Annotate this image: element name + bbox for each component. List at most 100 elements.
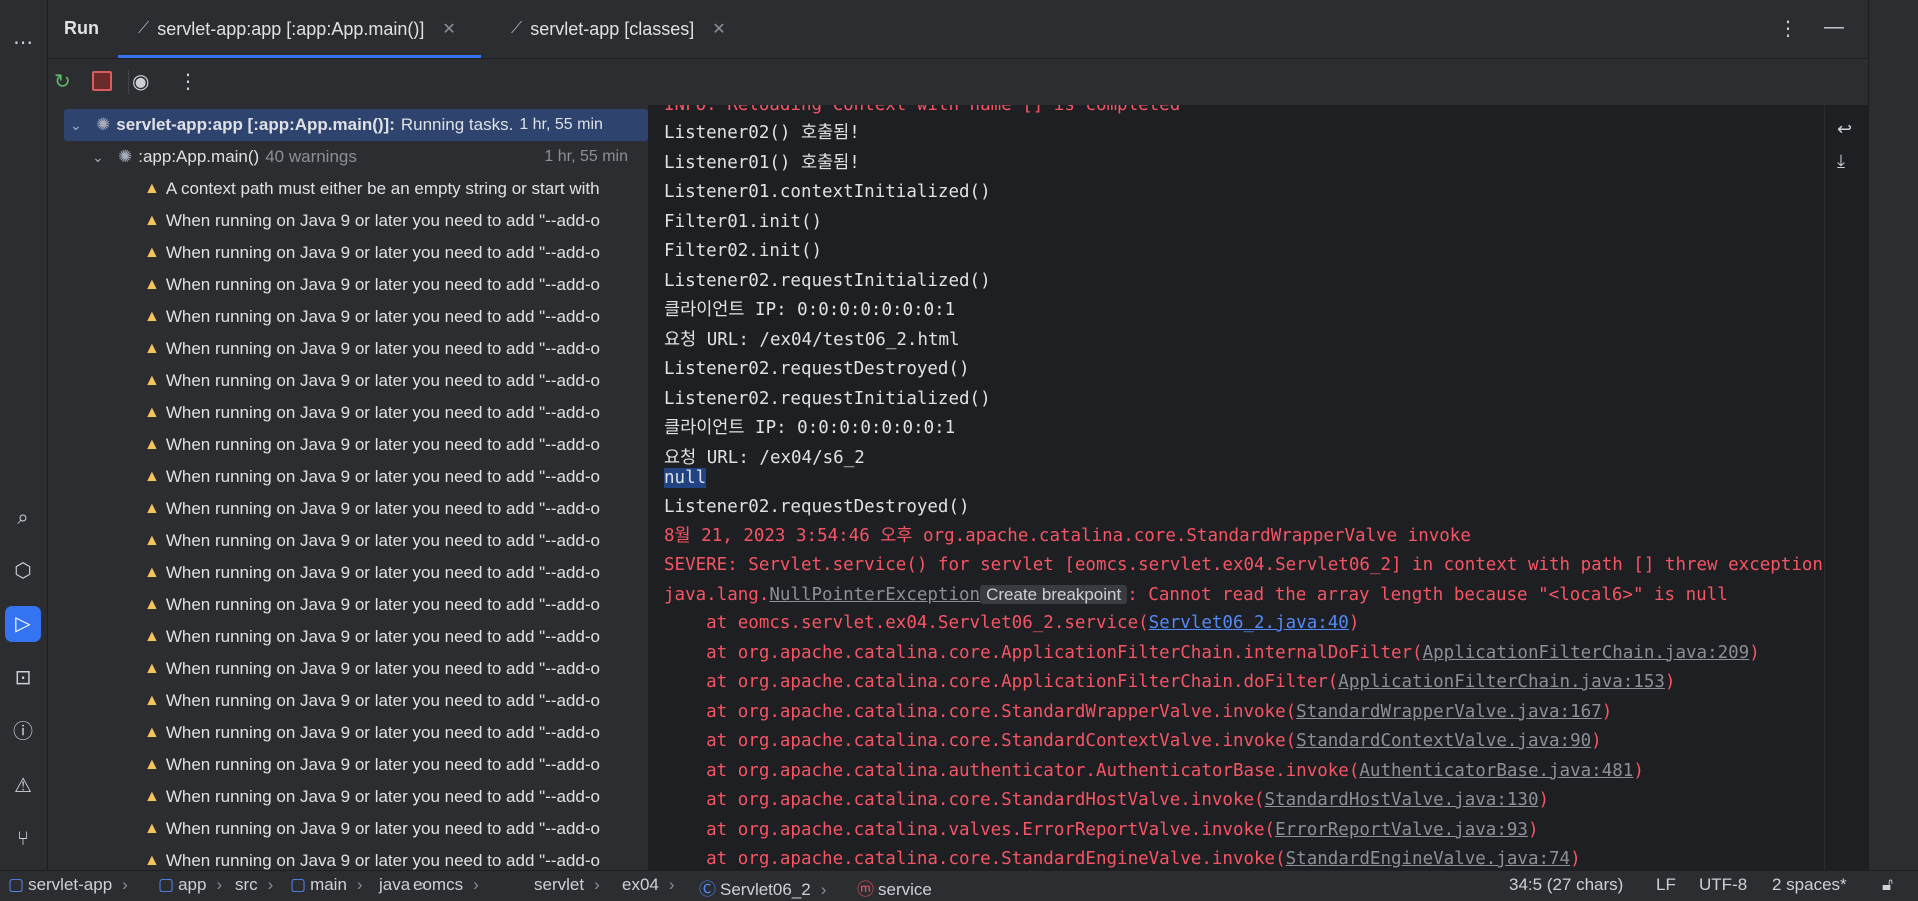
- warning-item[interactable]: ▲ When running on Java 9 or later you nee…: [48, 429, 648, 461]
- warning-icon: ▲: [144, 276, 160, 293]
- tab-run-classes[interactable]: ⟋ servlet-app [classes] ✕: [491, 0, 726, 58]
- module-icon: ▢: [8, 875, 25, 894]
- console-line: 요청 URL: /ex04/test06_2.html: [664, 329, 960, 350]
- stack-frame-link[interactable]: ApplicationFilterChain.java:209: [1423, 643, 1750, 663]
- stack-frame: at org.apache.catalina.core.StandardWrap…: [664, 698, 1612, 727]
- create-breakpoint-button[interactable]: Create breakpoint: [980, 585, 1128, 604]
- breadcrumb-item[interactable]: ▢ main ›: [290, 875, 363, 895]
- search-icon[interactable]: ⌕: [8, 503, 38, 533]
- stack-frame-link[interactable]: ErrorReportValve.java:93: [1275, 820, 1528, 840]
- warning-icon[interactable]: ⚠: [8, 771, 38, 801]
- exception-class-link[interactable]: NullPointerException: [769, 585, 980, 605]
- rerun-icon[interactable]: ↻: [54, 69, 71, 94]
- warning-item[interactable]: ▲ A context path must either be an empty …: [48, 173, 648, 205]
- chevron-right-icon: ›: [216, 875, 223, 894]
- warning-icon: ▲: [144, 596, 160, 613]
- warning-item[interactable]: ▲ When running on Java 9 or later you nee…: [48, 493, 648, 525]
- warning-text: When running on Java 9 or later you need…: [165, 851, 600, 870]
- breadcrumb-item[interactable]: ex04 ›: [622, 875, 675, 895]
- soft-wrap-icon[interactable]: ↩: [1837, 119, 1852, 140]
- tab-run-app-main[interactable]: ⟋ servlet-app:app [:app:App.main()] ✕: [118, 0, 494, 58]
- stack-frame-link[interactable]: StandardContextValve.java:90: [1296, 731, 1591, 751]
- stack-frame-text: at org.apache.catalina.core.StandardWrap…: [664, 701, 1297, 722]
- stack-frame-link[interactable]: StandardWrapperValve.java:167: [1296, 702, 1602, 722]
- indent-setting[interactable]: 2 spaces*: [1772, 875, 1847, 895]
- close-icon[interactable]: ✕: [442, 19, 455, 39]
- problems-icon[interactable]: ⓘ: [8, 717, 38, 747]
- warning-item[interactable]: ▲ When running on Java 9 or later you nee…: [48, 781, 648, 813]
- breadcrumb-item[interactable]: Ⓒ Servlet06_2 ›: [699, 875, 826, 900]
- warning-item[interactable]: ▲ When running on Java 9 or later you nee…: [48, 749, 648, 781]
- console-side-toolbar: ↩ ⤓: [1824, 105, 1869, 870]
- line-ending[interactable]: LF: [1656, 875, 1676, 895]
- stack-frame-close: ): [1591, 731, 1602, 751]
- run-tool-icon[interactable]: ▷: [5, 606, 41, 642]
- lock-icon[interactable]: 🔓︎: [1882, 875, 1893, 895]
- chevron-down-icon[interactable]: ⌄: [92, 149, 110, 166]
- chevron-right-icon: ›: [356, 875, 363, 894]
- warning-item[interactable]: ▲ When running on Java 9 or later you nee…: [48, 621, 648, 653]
- eye-icon[interactable]: ◉: [132, 69, 149, 94]
- warning-icon: ▲: [144, 852, 160, 869]
- stack-frame-link[interactable]: StandardEngineValve.java:74: [1286, 849, 1570, 869]
- stack-frame-text: at org.apache.catalina.core.StandardHost…: [664, 790, 1265, 810]
- warning-icon: ▲: [144, 340, 160, 357]
- breadcrumb-item[interactable]: eomcs ›: [413, 875, 479, 895]
- stack-frame: at org.apache.catalina.core.ApplicationF…: [664, 639, 1760, 668]
- warning-item[interactable]: ▲ When running on Java 9 or later you nee…: [48, 653, 648, 685]
- git-icon[interactable]: ⑂: [8, 824, 38, 854]
- warning-icon: ▲: [144, 724, 160, 741]
- services-icon[interactable]: ⬡: [8, 556, 38, 586]
- warning-text: When running on Java 9 or later you need…: [165, 307, 600, 326]
- warning-item[interactable]: ▲ When running on Java 9 or later you nee…: [48, 717, 648, 749]
- stack-frame-link[interactable]: StandardHostValve.java:130: [1265, 790, 1539, 810]
- warning-text: When running on Java 9 or later you need…: [165, 819, 600, 838]
- stop-icon[interactable]: [92, 71, 112, 91]
- warning-item[interactable]: ▲ When running on Java 9 or later you nee…: [48, 813, 648, 845]
- console-output[interactable]: INFO: Reloading Context with name [] is …: [648, 105, 1824, 870]
- warning-item[interactable]: ▲ When running on Java 9 or later you nee…: [48, 397, 648, 429]
- terminal-icon[interactable]: ⊡: [8, 663, 38, 693]
- chevron-down-icon[interactable]: ⌄: [70, 117, 88, 134]
- stack-frame: at org.apache.catalina.core.ApplicationF…: [664, 668, 1675, 697]
- stack-frame: at org.apache.catalina.valves.ErrorRepor…: [664, 816, 1538, 845]
- stack-frame-close: ): [1633, 760, 1644, 781]
- caret-position[interactable]: 34:5 (27 chars): [1509, 875, 1623, 895]
- breadcrumb-item[interactable]: ⓜ service: [857, 875, 932, 900]
- file-encoding[interactable]: UTF-8: [1699, 875, 1747, 895]
- stack-frame-link[interactable]: AuthenticatorBase.java:481: [1359, 761, 1633, 781]
- warning-item[interactable]: ▲ When running on Java 9 or later you nee…: [48, 845, 648, 870]
- breadcrumb-item[interactable]: src ›: [235, 875, 273, 895]
- breadcrumb-item[interactable]: servlet ›: [534, 875, 600, 895]
- console-error-line: 8월 21, 2023 3:54:46 오후 org.apache.catali…: [664, 526, 1471, 546]
- tree-root-row[interactable]: ⌄ ✺ servlet-app:app [:app:App.main()]: R…: [64, 109, 648, 141]
- stack-frame-link[interactable]: Servlet06_2.java:40: [1149, 613, 1349, 633]
- stack-frame: at org.apache.catalina.core.StandardEngi…: [664, 845, 1581, 870]
- warning-icon: ▲: [144, 404, 160, 421]
- warning-icon: ▲: [144, 788, 160, 805]
- warning-item[interactable]: ▲ When running on Java 9 or later you nee…: [48, 525, 648, 557]
- warning-text: When running on Java 9 or later you need…: [165, 243, 600, 262]
- more-vertical-icon[interactable]: ⋮: [178, 69, 198, 94]
- minimize-icon[interactable]: —: [1824, 16, 1844, 41]
- warning-item[interactable]: ▲ When running on Java 9 or later you nee…: [48, 589, 648, 621]
- breadcrumb-item[interactable]: ▢ app ›: [158, 875, 222, 895]
- warning-item[interactable]: ▲ When running on Java 9 or later you nee…: [48, 269, 648, 301]
- warning-item[interactable]: ▲ When running on Java 9 or later you nee…: [48, 301, 648, 333]
- warning-item[interactable]: ▲ When running on Java 9 or later you nee…: [48, 685, 648, 717]
- tab-label: servlet-app [classes]: [530, 18, 695, 39]
- warning-item[interactable]: ▲ When running on Java 9 or later you nee…: [48, 237, 648, 269]
- more-vertical-icon[interactable]: ⋮: [1778, 16, 1798, 41]
- more-options-icon[interactable]: ⋯: [8, 28, 38, 58]
- tree-child-row[interactable]: ⌄ ✺ :app:App.main() 40 warnings 1 hr, 55…: [48, 141, 648, 173]
- warning-item[interactable]: ▲ When running on Java 9 or later you nee…: [48, 557, 648, 589]
- close-icon[interactable]: ✕: [712, 19, 725, 39]
- warning-item[interactable]: ▲ When running on Java 9 or later you nee…: [48, 333, 648, 365]
- warning-item[interactable]: ▲ When running on Java 9 or later you nee…: [48, 205, 648, 237]
- header-actions: ⋮ —: [1778, 16, 1844, 41]
- scroll-to-end-icon[interactable]: ⤓: [1837, 151, 1845, 172]
- warning-item[interactable]: ▲ When running on Java 9 or later you nee…: [48, 461, 648, 493]
- stack-frame-link[interactable]: ApplicationFilterChain.java:153: [1338, 672, 1665, 692]
- warning-item[interactable]: ▲ When running on Java 9 or later you nee…: [48, 365, 648, 397]
- breadcrumb-item[interactable]: ▢ servlet-app ›: [8, 875, 128, 895]
